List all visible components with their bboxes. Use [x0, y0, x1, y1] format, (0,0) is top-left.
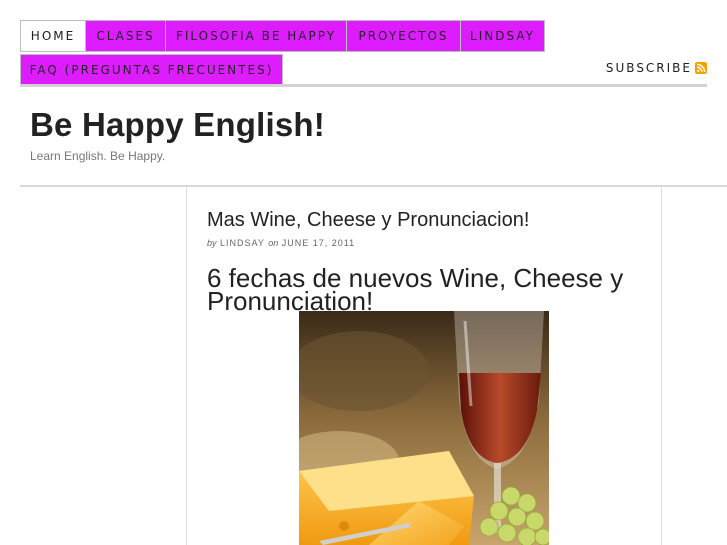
byline-on: on: [268, 238, 279, 248]
main-content: Mas Wine, Cheese y Pronunciacion! by LIN…: [186, 187, 662, 545]
nav-item-faq[interactable]: FAQ (PREGUNTAS FRECUENTES): [20, 54, 283, 86]
nav-item-lindsay[interactable]: LINDSAY: [460, 20, 545, 52]
post-author[interactable]: LINDSAY: [220, 238, 265, 248]
nav-item-home[interactable]: HOME: [20, 20, 86, 52]
post-date: JUNE 17, 2011: [281, 238, 356, 248]
post-byline: by LINDSAY on JUNE 17, 2011: [207, 238, 355, 248]
nav-divider: [20, 84, 707, 87]
post-title[interactable]: Mas Wine, Cheese y Pronunciacion!: [207, 209, 529, 232]
byline-prefix: by: [207, 238, 217, 248]
wine-and-cheese-photo: [299, 311, 549, 545]
main-navigation: HOME CLASES FILOSOFIA BE HAPPY PROYECTOS…: [20, 20, 707, 87]
site-description: Learn English. Be Happy.: [30, 149, 166, 163]
subscribe-label: SUBSCRIBE: [605, 61, 692, 75]
site-title[interactable]: Be Happy English!: [30, 106, 325, 144]
subscribe-link[interactable]: SUBSCRIBE: [606, 60, 707, 76]
rss-icon: [695, 62, 707, 74]
nav-item-proyectos[interactable]: PROYECTOS: [346, 20, 461, 52]
post-heading: 6 fechas de nuevos Wine, Cheese y Pronun…: [207, 263, 624, 316]
nav-item-clases[interactable]: CLASES: [85, 20, 166, 52]
nav-item-filosofia[interactable]: FILOSOFIA BE HAPPY: [165, 20, 347, 52]
